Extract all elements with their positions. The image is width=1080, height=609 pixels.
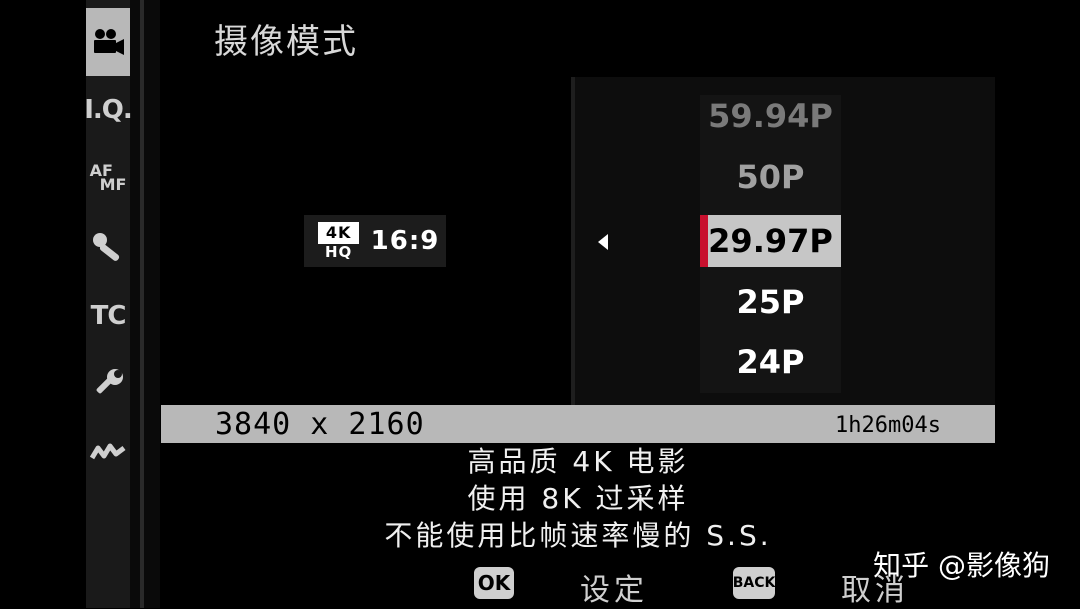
sidebar-item-setup[interactable] — [86, 356, 130, 412]
sidebar-item-audio[interactable] — [86, 218, 130, 274]
info-bar: 3840 x 2160 1h26m04s — [161, 405, 995, 443]
frame-rate-label: 24P — [736, 343, 805, 381]
sidebar-margin — [0, 0, 86, 608]
back-button[interactable]: BACK — [733, 567, 775, 599]
movie-camera-icon — [94, 29, 124, 55]
left-arrow-icon[interactable] — [598, 234, 608, 250]
frame-rate-label: 29.97P — [708, 222, 833, 260]
remaining-time: 1h26m04s — [835, 413, 941, 438]
page-title: 摄像模式 — [214, 22, 358, 62]
footer-hints: OK 设定 BACK 取消 — [161, 557, 995, 608]
af-mf-icon: AF MF — [89, 161, 127, 194]
sidebar-item-connection[interactable] — [86, 424, 130, 480]
resolution-readout: 3840 x 2160 — [215, 407, 425, 442]
sidebar-item-movie[interactable] — [86, 8, 130, 76]
badge-hq: HQ — [325, 243, 353, 261]
image-quality-icon: I.Q. — [84, 95, 133, 125]
frame-rate-option[interactable]: 25P — [700, 276, 841, 328]
main-panel: 4K HQ 16:9 59.94P 50P 29.97P 25P 24P — [161, 77, 995, 405]
wrench-icon — [96, 369, 123, 394]
frame-rate-label: 50P — [736, 158, 805, 196]
sidebar-item-timecode[interactable]: TC — [86, 288, 130, 344]
4k-hq-badge-icon: 4K HQ — [311, 221, 367, 261]
ok-label: 设定 — [580, 573, 648, 608]
format-panel: 4K HQ 16:9 — [161, 77, 571, 405]
timecode-icon: TC — [90, 301, 127, 331]
aspect-ratio: 16:9 — [370, 226, 440, 256]
frame-rate-option[interactable]: 59.94P — [700, 90, 841, 142]
movie-format-option[interactable]: 4K HQ 16:9 — [304, 215, 446, 267]
sidebar-item-af-mf[interactable]: AF MF — [86, 150, 130, 206]
sidebar-item-image-quality[interactable]: I.Q. — [84, 82, 133, 138]
badge-4k: 4K — [317, 222, 360, 244]
frame-rate-label: 59.94P — [708, 97, 833, 135]
description-line: 高品质 4K 电影 — [467, 445, 689, 478]
frame-rate-option-selected[interactable]: 29.97P — [700, 215, 841, 267]
frame-rate-label: 25P — [736, 283, 805, 321]
option-description: 高品质 4K 电影 使用 8K 过采样 不能使用比帧速率慢的 S.S. — [161, 443, 995, 555]
sidebar-divider — [130, 0, 160, 608]
connection-icon — [90, 443, 126, 460]
watermark: 知乎 @影像狗 — [873, 549, 1050, 582]
frame-rate-list: 59.94P 50P 29.97P 25P 24P — [700, 95, 841, 393]
description-line: 不能使用比帧速率慢的 S.S. — [384, 519, 772, 552]
ok-button[interactable]: OK — [474, 567, 514, 599]
panel-divider — [571, 77, 575, 405]
frame-rate-option[interactable]: 24P — [700, 336, 841, 388]
frame-rate-option[interactable]: 50P — [700, 151, 841, 203]
description-line: 使用 8K 过采样 — [467, 482, 689, 515]
microphone-icon — [93, 233, 120, 261]
